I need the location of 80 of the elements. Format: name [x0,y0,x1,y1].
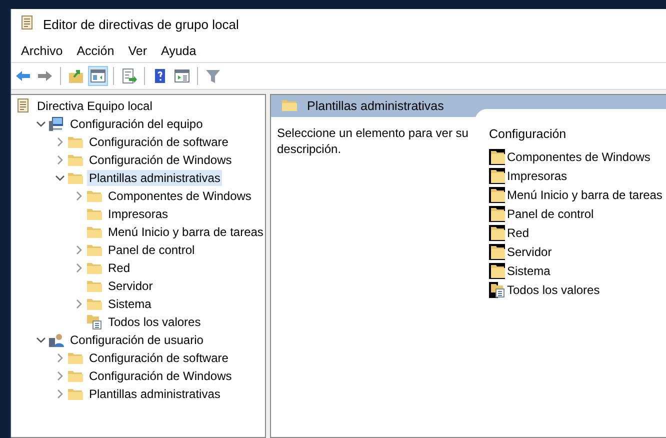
folder-icon [67,152,83,168]
details-title: Plantillas administrativas [307,99,444,113]
collapsed-chevron-icon[interactable] [55,137,65,147]
menu-item[interactable]: Archivo [14,44,70,58]
tree-item[interactable]: Configuración del equipo [68,116,205,132]
tree-item[interactable]: Plantillas administrativas [87,386,222,402]
collapsed-chevron-icon[interactable] [74,263,84,273]
folder-icon [489,186,505,202]
folder-icon [67,134,83,150]
description-text: Seleccione un elemento para ver su descripción. [276,125,470,158]
folder-icon [489,244,505,260]
tree-item[interactable]: Directiva Equipo local [35,98,154,114]
document-icon [15,98,31,114]
menu-item[interactable]: Ayuda [154,44,204,58]
folder-icon [489,206,505,222]
folder-icon [67,386,83,402]
tree-item[interactable]: Panel de control [106,242,197,258]
help-icon [152,68,168,84]
tree-item[interactable]: Configuración de Windows [87,152,234,168]
folder-icon [86,206,102,222]
collapsed-chevron-icon[interactable] [55,371,65,381]
pane-icon [90,68,106,84]
tree-item[interactable]: Menú Inicio y barra de tareas [106,224,265,240]
window-title: Editor de directivas de grupo local [43,17,239,32]
folder-icon [489,262,505,278]
folder-icon [86,242,102,258]
collapsed-chevron-icon[interactable] [74,191,84,201]
collapsed-chevron-icon[interactable] [55,155,65,165]
collapsed-chevron-icon[interactable] [55,353,65,363]
collapsed-chevron-icon[interactable] [74,245,84,255]
folder-arrow-icon [68,68,84,84]
folder-icon [86,260,102,276]
tree-item[interactable]: Configuración de usuario [68,332,206,348]
folder-icon [489,168,505,184]
list-item[interactable]: Componentes de Windows [507,150,650,164]
folder-icon [86,296,102,312]
list-item[interactable]: Panel de control [507,206,594,220]
tree-item[interactable]: Plantillas administrativas [87,170,222,186]
pane-icon [174,68,190,84]
settings-list-icon [489,282,505,298]
user-icon [48,332,64,348]
back-arrow-icon [15,68,31,84]
menu-item[interactable]: Acción [70,44,122,58]
list-item[interactable]: Todos los valores [507,282,600,296]
list-item[interactable]: Sistema [507,264,550,278]
export-list-icon [121,68,137,84]
tree-item[interactable]: Impresoras [106,206,170,222]
collapsed-chevron-icon[interactable] [74,299,84,309]
folder-icon [86,278,102,294]
list-item[interactable]: Impresoras [507,168,568,182]
folder-icon [67,350,83,366]
tree-item[interactable]: Configuración de Windows [87,368,234,384]
tree-item[interactable]: Sistema [106,296,154,312]
folder-icon [86,188,102,204]
filter-icon [205,68,221,84]
folder-icon [86,224,102,240]
folder-icon [489,148,505,164]
folder-icon [67,368,83,384]
expanded-chevron-icon[interactable] [55,173,65,183]
collapsed-chevron-icon[interactable] [55,389,65,399]
expanded-chevron-icon[interactable] [36,119,46,129]
tree-item[interactable]: Componentes de Windows [106,188,254,204]
expanded-chevron-icon[interactable] [36,335,46,345]
tree-item[interactable]: Red [106,260,132,276]
tree-item[interactable]: Todos los valores [106,314,203,330]
list-item[interactable]: Red [507,226,530,240]
list-item[interactable]: Servidor [507,244,552,258]
folder-icon [67,170,83,186]
tree-item[interactable]: Servidor [106,278,155,294]
computer-icon [48,116,64,132]
app-icon [19,15,35,31]
forward-arrow-icon [37,68,53,84]
list-item[interactable]: Menú Inicio y barra de tareas [507,188,662,202]
settings-list-icon [86,314,102,330]
column-header[interactable]: Configuración [489,125,662,147]
tree-item[interactable]: Configuración de software [87,134,230,150]
menu-item[interactable]: Ver [121,44,154,58]
toolbar-button[interactable] [88,66,108,86]
tree-item[interactable]: Configuración de software [87,350,230,366]
folder-icon [489,224,505,240]
